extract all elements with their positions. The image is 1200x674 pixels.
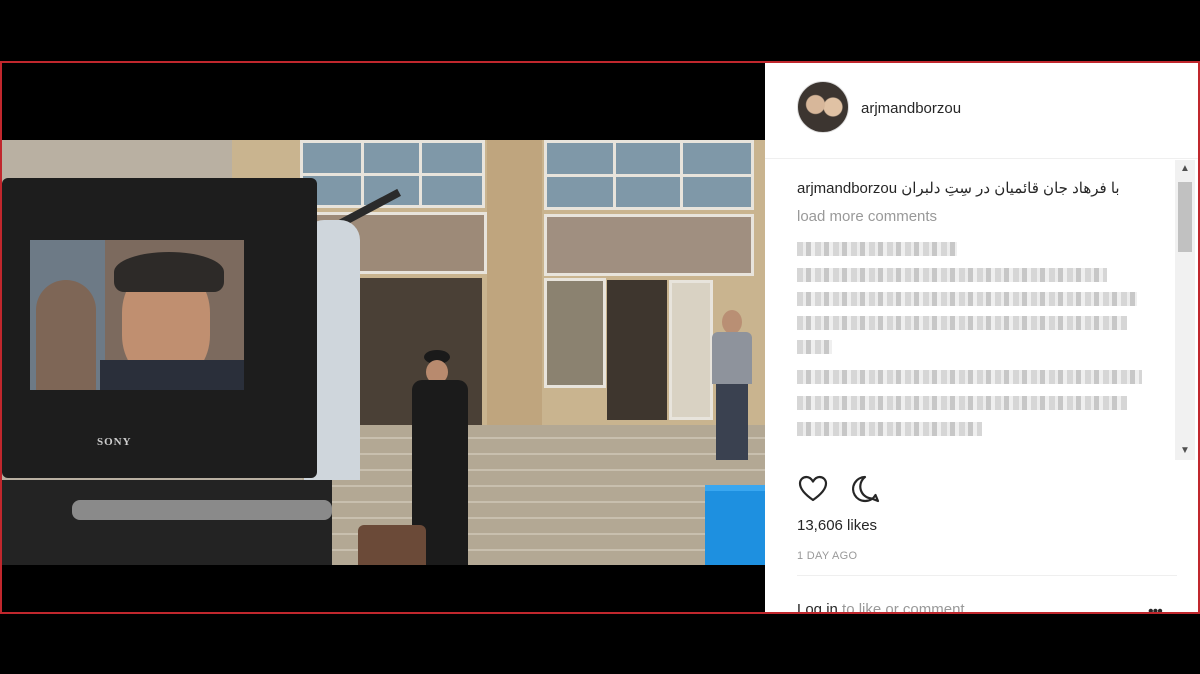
blurred-comment [797, 370, 1142, 384]
camera-monitor: SONY [2, 178, 317, 478]
scrollbar-thumb[interactable] [1178, 182, 1192, 252]
blue-pool [705, 485, 765, 565]
building-window [544, 278, 606, 388]
post-timestamp[interactable]: 1 DAY AGO [797, 550, 857, 562]
post-photo[interactable]: SONY [2, 63, 765, 612]
divider [797, 575, 1177, 576]
load-more-comments-link[interactable]: load more comments [797, 208, 937, 225]
comments-list[interactable]: arjmandborzou با فرهاد جان قائمیان در سِ… [765, 160, 1175, 460]
login-link[interactable]: Log in [797, 601, 838, 612]
caption-text: با فرهاد جان قائمیان در سِتِ دلبران [901, 180, 1120, 197]
scroll-up-arrow-icon[interactable]: ▲ [1175, 160, 1195, 178]
building-door-panel [669, 280, 713, 420]
caption-username[interactable]: arjmandborzou [797, 180, 897, 197]
post-frame: SONY arjmandborzou arjmandborzou با فرها… [0, 61, 1200, 614]
comments-scrollbar[interactable]: ▲ ▼ [1175, 160, 1195, 460]
post-sidebar: arjmandborzou arjmandborzou با فرهاد جان… [765, 63, 1198, 614]
monitor-screen [30, 240, 244, 390]
likes-count[interactable]: 13,606 likes [797, 517, 877, 534]
more-options-button[interactable]: ••• [1148, 603, 1163, 612]
comment-bubble-icon[interactable] [849, 473, 881, 505]
post-header: arjmandborzou [765, 63, 1198, 159]
blurred-comment [797, 242, 957, 256]
blurred-comment [797, 292, 1137, 306]
avatar[interactable] [797, 81, 849, 133]
building-pillar [487, 140, 542, 425]
building-door [607, 280, 667, 420]
heart-icon[interactable] [797, 473, 829, 505]
blurred-comment [797, 316, 1127, 330]
login-prompt: Log in to like or comment. [797, 601, 969, 614]
monitor-brand-label: SONY [97, 436, 132, 448]
building-window [544, 214, 754, 276]
caption: arjmandborzou با فرهاد جان قائمیان در سِ… [797, 179, 1120, 197]
blurred-comment [797, 340, 832, 354]
blurred-comment [797, 268, 1107, 282]
login-prompt-text: to like or comment. [837, 601, 969, 614]
suitcase [358, 525, 426, 565]
scroll-down-arrow-icon[interactable]: ▼ [1175, 442, 1195, 460]
blurred-comment [797, 396, 1127, 410]
building-window [544, 140, 754, 210]
camera-handle [72, 500, 332, 520]
header-username[interactable]: arjmandborzou [861, 100, 961, 117]
blurred-comment [797, 422, 982, 436]
camera-rig [2, 480, 332, 565]
photo-scene: SONY [2, 140, 765, 565]
person-standing [710, 310, 754, 460]
